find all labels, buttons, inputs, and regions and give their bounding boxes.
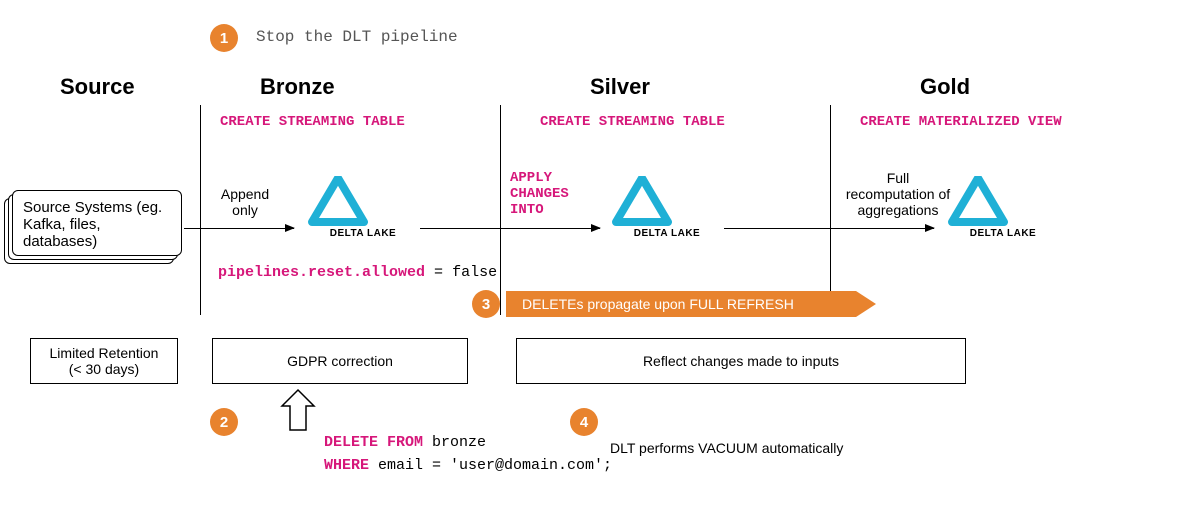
- config-line: pipelines.reset.allowed = false: [218, 264, 497, 281]
- delete-tbl: bronze: [423, 434, 486, 451]
- col-header-gold: Gold: [920, 74, 970, 100]
- banner-text: DELETEs propagate upon FULL REFRESH: [522, 296, 794, 312]
- config-val: false: [452, 264, 497, 281]
- step-badge-4-num: 4: [580, 414, 588, 431]
- delta-triangle-icon: [948, 176, 1008, 226]
- up-arrow-icon: [280, 388, 316, 434]
- delete-kw1: DELETE FROM: [324, 434, 423, 451]
- delta-logo-gold: DELTA LAKE: [948, 176, 1058, 239]
- col-header-source: Source: [60, 74, 135, 100]
- banner-propagate: DELETEs propagate upon FULL REFRESH: [506, 291, 856, 317]
- arrow-label-apply-changes: APPLY CHANGES INTO: [510, 170, 569, 218]
- step-badge-3-num: 3: [482, 296, 490, 313]
- delta-triangle-icon: [308, 176, 368, 226]
- col-header-bronze: Bronze: [260, 74, 335, 100]
- config-op: =: [425, 264, 452, 281]
- step-badge-2-num: 2: [220, 414, 228, 431]
- divider-bronze-silver: [500, 105, 501, 315]
- box-reflect-changes: Reflect changes made to inputs: [516, 338, 966, 384]
- step-badge-2: 2: [210, 408, 238, 436]
- divider-source-bronze: [200, 105, 201, 315]
- subheader-gold: CREATE MATERIALIZED VIEW: [860, 114, 1062, 130]
- step-4-text: DLT performs VACUUM automatically: [610, 440, 843, 456]
- source-box-text: Source Systems (eg. Kafka, files, databa…: [23, 199, 162, 250]
- subheader-silver: CREATE STREAMING TABLE: [540, 114, 725, 130]
- box-limited-retention: Limited Retention (< 30 days): [30, 338, 178, 384]
- delta-brand-gold: DELTA LAKE: [948, 228, 1058, 239]
- delta-brand-silver: DELTA LAKE: [612, 228, 722, 239]
- arrow-label-gold: Full recomputation of aggregations: [838, 170, 958, 218]
- step-badge-3: 3: [472, 290, 500, 318]
- source-box-stack: Source Systems (eg. Kafka, files, databa…: [10, 188, 180, 264]
- delta-brand-bronze: DELTA LAKE: [308, 228, 418, 239]
- delta-logo-bronze: DELTA LAKE: [308, 176, 418, 239]
- arrow-source-bronze: [184, 228, 294, 229]
- box-gdpr: GDPR correction: [212, 338, 468, 384]
- step-badge-4: 4: [570, 408, 598, 436]
- step-badge-1-num: 1: [220, 30, 228, 47]
- col-header-silver: Silver: [590, 74, 650, 100]
- banner-arrow-icon: [856, 291, 876, 317]
- step-1-text: Stop the DLT pipeline: [256, 28, 458, 46]
- subheader-bronze: CREATE STREAMING TABLE: [220, 114, 405, 130]
- delete-rest: email = 'user@domain.com';: [369, 457, 612, 474]
- delete-kw2: WHERE: [324, 457, 369, 474]
- step-badge-1: 1: [210, 24, 238, 52]
- arrow-silver-gold: [724, 228, 934, 229]
- delta-logo-silver: DELTA LAKE: [612, 176, 722, 239]
- delete-statement: DELETE FROM bronze WHERE email = 'user@d…: [324, 432, 612, 477]
- config-key: pipelines.reset.allowed: [218, 264, 425, 281]
- delta-triangle-icon: [612, 176, 672, 226]
- divider-silver-gold: [830, 105, 831, 315]
- arrow-label-append: Append only: [215, 186, 275, 218]
- arrow-bronze-silver: [420, 228, 600, 229]
